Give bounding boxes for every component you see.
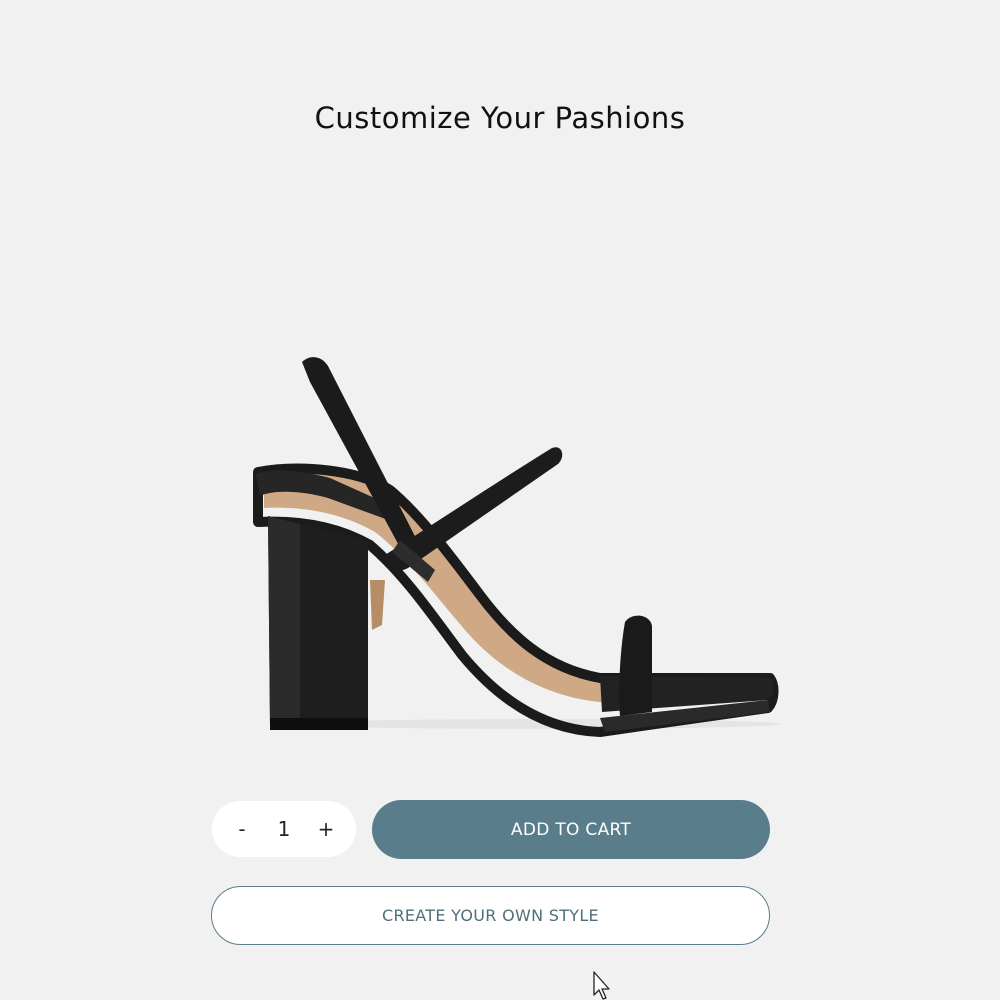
- mouse-pointer-icon: [593, 971, 610, 1000]
- product-customize-page: Customize Your Pashions - 1 + ADD TO CAR…: [0, 0, 1000, 1000]
- decrement-button[interactable]: -: [226, 813, 258, 845]
- quantity-stepper[interactable]: - 1 +: [212, 801, 356, 857]
- create-your-own-style-button[interactable]: CREATE YOUR OWN STYLE: [211, 886, 770, 945]
- increment-button[interactable]: +: [310, 813, 342, 845]
- page-title: Customize Your Pashions: [314, 101, 686, 135]
- product-image: [253, 357, 780, 737]
- quantity-value: 1: [277, 817, 291, 841]
- add-to-cart-button[interactable]: ADD TO CART: [372, 800, 770, 859]
